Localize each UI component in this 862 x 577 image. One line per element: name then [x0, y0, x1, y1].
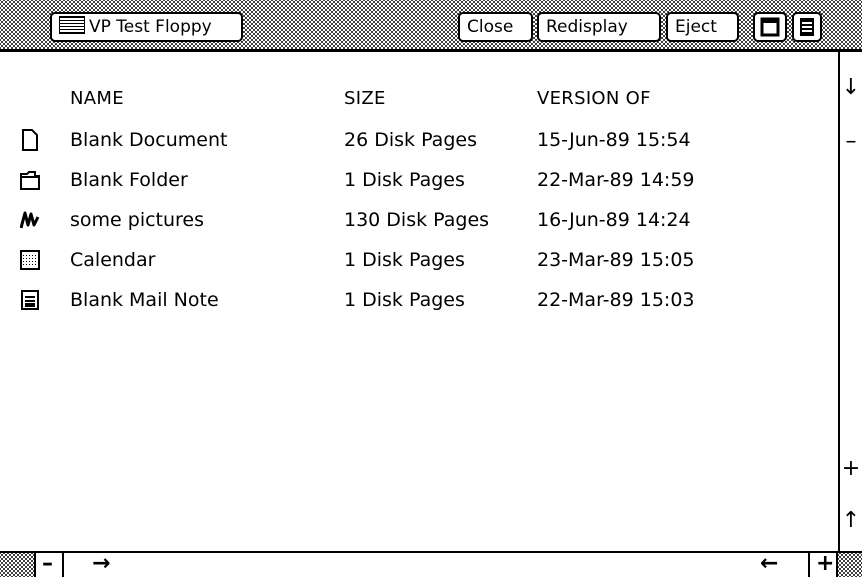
document-icon — [22, 129, 38, 151]
file-name: Blank Folder — [70, 169, 188, 191]
scrollbar-divider — [836, 553, 838, 577]
horizontal-scrollbar[interactable]: – → ← + — [0, 551, 862, 577]
scroll-down-button[interactable]: ↓ — [840, 76, 862, 100]
file-size: 1 Disk Pages — [344, 289, 465, 311]
scroll-right-button[interactable]: → — [92, 553, 110, 575]
table-row[interactable]: Blank Mail Note 1 Disk Pages 22-Mar-89 1… — [0, 285, 838, 315]
file-version: 22-Mar-89 14:59 — [537, 169, 695, 191]
scroll-minus-button[interactable]: – — [840, 130, 862, 154]
plus-icon: + — [841, 456, 861, 481]
window-title-button[interactable]: VP Test Floppy — [50, 12, 243, 42]
minus-icon: – — [845, 129, 857, 154]
scroll-up-button[interactable]: ↑ — [840, 509, 862, 533]
scroll-plus-button[interactable]: + — [816, 553, 834, 575]
file-name: Blank Document — [70, 129, 228, 151]
file-version: 22-Mar-89 15:03 — [537, 289, 695, 311]
file-size: 26 Disk Pages — [344, 129, 477, 151]
scrollbar-divider — [34, 553, 36, 577]
table-row[interactable]: Calendar 1 Disk Pages 23-Mar-89 15:05 — [0, 245, 838, 275]
menu-lines-icon — [800, 18, 814, 36]
scroll-plus-button[interactable]: + — [840, 457, 862, 481]
calendar-icon — [20, 250, 40, 270]
file-version: 16-Jun-89 14:24 — [537, 209, 691, 231]
scroll-left-button[interactable]: ← — [760, 553, 778, 575]
arrow-up-icon: ↑ — [841, 508, 861, 533]
file-name: Calendar — [70, 249, 156, 271]
column-header-version: VERSION OF — [537, 88, 651, 109]
file-list: NAME SIZE VERSION OF Blank Document 26 D… — [0, 52, 838, 551]
menu-button[interactable] — [792, 12, 822, 42]
folder-icon — [20, 171, 40, 190]
floppy-icon — [59, 16, 85, 34]
title-bar[interactable]: VP Test Floppy Close Redisplay Eject — [0, 0, 862, 52]
scroll-minus-button[interactable]: – — [42, 553, 53, 575]
window-title: VP Test Floppy — [89, 17, 212, 37]
file-version: 23-Mar-89 15:05 — [537, 249, 695, 271]
table-row[interactable]: Blank Document 26 Disk Pages 15-Jun-89 1… — [0, 125, 838, 155]
window-toggle-button[interactable] — [753, 12, 787, 42]
arrow-down-icon: ↓ — [841, 75, 861, 100]
drawing-icon — [20, 211, 40, 229]
horizontal-scroll-track[interactable] — [34, 553, 838, 577]
column-header-size: SIZE — [344, 88, 386, 109]
file-size: 1 Disk Pages — [344, 249, 465, 271]
scrollbar-divider — [808, 553, 810, 577]
table-row[interactable]: some pictures 130 Disk Pages 16-Jun-89 1… — [0, 205, 838, 235]
mail-note-icon — [21, 290, 39, 310]
eject-button[interactable]: Eject — [666, 12, 739, 42]
file-name: Blank Mail Note — [70, 289, 219, 311]
vertical-scrollbar[interactable]: ↓ – + ↑ — [838, 52, 862, 551]
window-square-icon — [760, 17, 780, 37]
file-version: 15-Jun-89 15:54 — [537, 129, 691, 151]
file-size: 130 Disk Pages — [344, 209, 490, 231]
close-button[interactable]: Close — [458, 12, 533, 42]
table-row[interactable]: Blank Folder 1 Disk Pages 22-Mar-89 14:5… — [0, 165, 838, 195]
scrollbar-divider — [62, 553, 64, 577]
file-name: some pictures — [70, 209, 205, 231]
column-header-name: NAME — [70, 88, 124, 109]
file-drawer-window: VP Test Floppy Close Redisplay Eject NAM… — [0, 0, 862, 577]
file-size: 1 Disk Pages — [344, 169, 465, 191]
redisplay-button[interactable]: Redisplay — [537, 12, 661, 42]
